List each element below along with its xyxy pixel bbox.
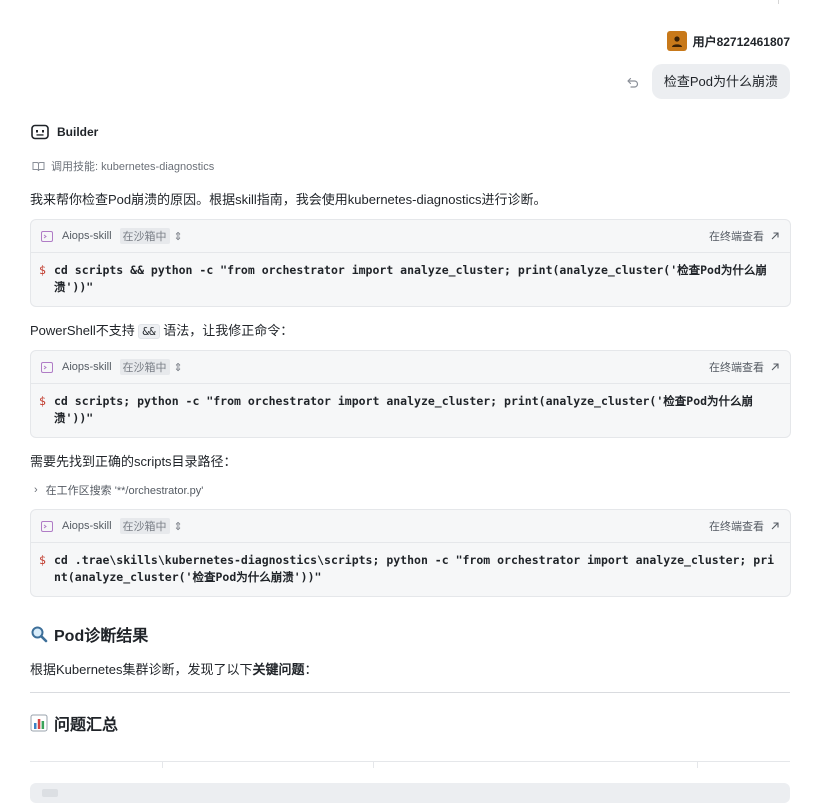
- summary-heading: 问题汇总: [30, 711, 118, 735]
- user-name: 用户82712461807: [692, 34, 790, 49]
- terminal-command: cd scripts; python -c "from orchestrator…: [54, 394, 754, 425]
- assistant-header: Builder: [31, 124, 98, 140]
- user-identity: 用户82712461807: [666, 31, 790, 51]
- terminal-header: Aiops-skill 在沙箱中 ⇕ 在终端查看: [31, 351, 790, 384]
- chevron-right-icon: ›: [34, 484, 38, 496]
- result-intro-colon: ：: [304, 662, 318, 677]
- powershell-note-text-2: 语法，让我修正命令：: [163, 323, 294, 338]
- sandbox-badge: 在沙箱中: [119, 359, 170, 375]
- section-divider: [30, 692, 790, 693]
- open-in-terminal-label: 在终端查看: [709, 362, 764, 374]
- arrow-up-right-icon: [771, 232, 779, 240]
- book-icon: [32, 161, 45, 171]
- shell-prompt: $: [39, 394, 46, 408]
- arrow-up-right-icon: [771, 363, 779, 371]
- bot-icon: [31, 124, 49, 140]
- terminal-command: cd scripts && python -c "from orchestrat…: [54, 263, 767, 294]
- terminal-card-2: Aiops-skill 在沙箱中 ⇕ 在终端查看 $ cd scripts; p…: [30, 350, 791, 438]
- result-intro: 根据Kubernetes集群诊断，发现了以下关键问题：: [30, 659, 318, 678]
- terminal-header: Aiops-skill 在沙箱中 ⇕ 在终端查看: [31, 220, 790, 253]
- undo-icon[interactable]: [626, 75, 640, 89]
- user-message-row: 检查Pod为什么崩溃: [626, 64, 790, 99]
- path-note: 需要先找到正确的scripts目录路径：: [30, 454, 237, 469]
- skill-invocation[interactable]: 调用技能: kubernetes-diagnostics: [32, 158, 214, 174]
- assistant-name: Builder: [57, 125, 99, 139]
- summary-table-top: [30, 761, 790, 768]
- terminal-body: $ cd .trae\skills\kubernetes-diagnostics…: [31, 543, 790, 596]
- chevron-updown-icon[interactable]: ⇕: [174, 230, 183, 243]
- workspace-search-text: 在工作区搜索 '**/orchestrator.py': [45, 485, 204, 497]
- terminal-title: Aiops-skill: [62, 230, 112, 242]
- sandbox-badge: 在沙箱中: [119, 228, 170, 244]
- bar-chart-icon: [30, 714, 48, 732]
- arrow-up-right-icon: [771, 522, 779, 530]
- terminal-icon: [41, 520, 53, 532]
- powershell-note-text-1: PowerShell不支持: [30, 323, 135, 338]
- chat-input-box[interactable]: [30, 783, 790, 803]
- inline-code: &&: [138, 324, 160, 339]
- top-divider: [0, 0, 815, 4]
- open-in-terminal-link[interactable]: 在终端查看: [709, 228, 780, 244]
- terminal-body: $ cd scripts; python -c "from orchestrat…: [31, 384, 790, 437]
- magnifier-icon: [31, 626, 48, 643]
- terminal-title: Aiops-skill: [62, 361, 112, 373]
- result-heading-text: Pod诊断结果: [54, 628, 149, 645]
- chevron-updown-icon[interactable]: ⇕: [174, 361, 183, 374]
- terminal-body: $ cd scripts && python -c "from orchestr…: [31, 253, 790, 306]
- shell-prompt: $: [39, 553, 46, 567]
- shell-prompt: $: [39, 263, 46, 277]
- chevron-updown-icon[interactable]: ⇕: [174, 520, 183, 533]
- terminal-card-1: Aiops-skill 在沙箱中 ⇕ 在终端查看 $ cd scripts &&…: [30, 219, 791, 307]
- open-in-terminal-link[interactable]: 在终端查看: [709, 359, 780, 375]
- user-message-bubble: 检查Pod为什么崩溃: [651, 64, 790, 99]
- result-intro-text: 根据Kubernetes集群诊断，发现了以下: [30, 662, 253, 677]
- result-heading: Pod诊断结果: [30, 622, 148, 646]
- open-in-terminal-link[interactable]: 在终端查看: [709, 518, 780, 534]
- terminal-header: Aiops-skill 在沙箱中 ⇕ 在终端查看: [31, 510, 790, 543]
- summary-heading-text: 问题汇总: [54, 717, 119, 734]
- open-in-terminal-label: 在终端查看: [709, 521, 764, 533]
- open-in-terminal-label: 在终端查看: [709, 231, 764, 243]
- person-icon: [671, 36, 682, 47]
- result-intro-bold: 关键问题: [252, 662, 305, 677]
- skill-invocation-text: 调用技能: kubernetes-diagnostics: [51, 161, 215, 173]
- sandbox-badge: 在沙箱中: [119, 518, 170, 534]
- input-attachment-icon[interactable]: [42, 789, 58, 797]
- powershell-note: PowerShell不支持 && 语法，让我修正命令：: [30, 320, 293, 339]
- avatar: [666, 31, 687, 51]
- terminal-card-3: Aiops-skill 在沙箱中 ⇕ 在终端查看 $ cd .trae\skil…: [30, 509, 791, 597]
- terminal-icon: [41, 230, 53, 242]
- workspace-search-step[interactable]: › 在工作区搜索 '**/orchestrator.py': [34, 482, 203, 498]
- terminal-title: Aiops-skill: [62, 520, 112, 532]
- assistant-intro: 我来帮你检查Pod崩溃的原因。根据skill指南，我会使用kubernetes-…: [30, 192, 547, 207]
- terminal-command: cd .trae\skills\kubernetes-diagnostics\s…: [54, 553, 775, 584]
- terminal-icon: [41, 361, 53, 373]
